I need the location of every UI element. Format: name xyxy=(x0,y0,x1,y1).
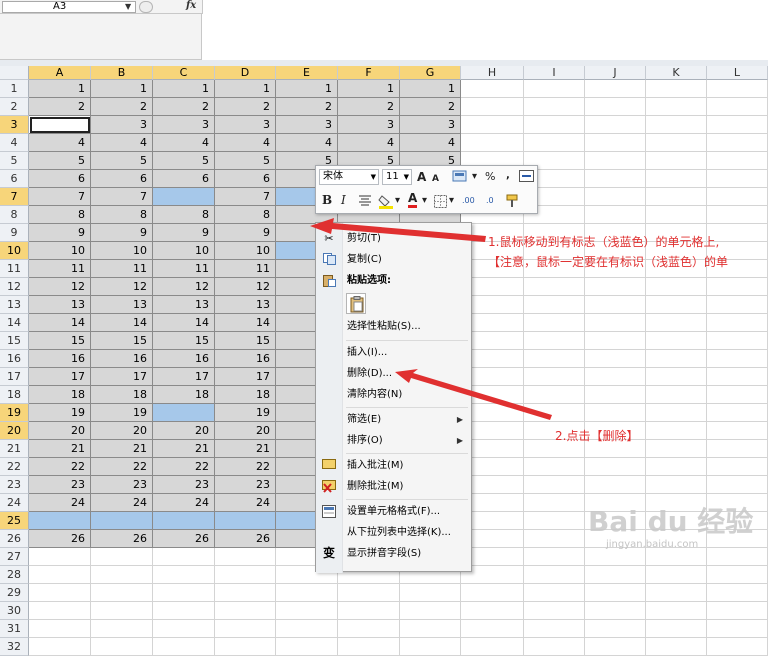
cell-l29[interactable] xyxy=(707,584,768,602)
watermark-logo: Bai du 经验 xyxy=(588,505,754,538)
cell-e29[interactable] xyxy=(276,584,338,602)
cell-l31[interactable] xyxy=(707,620,768,638)
cell-k29[interactable] xyxy=(646,584,707,602)
cell-h30[interactable] xyxy=(461,602,524,620)
cell-f29[interactable] xyxy=(338,584,400,602)
cell-a29[interactable] xyxy=(29,584,91,602)
cell-l30[interactable] xyxy=(707,602,768,620)
cell-b32[interactable] xyxy=(91,638,153,656)
cell-k31[interactable] xyxy=(646,620,707,638)
cell-c29[interactable] xyxy=(153,584,215,602)
cell-e31[interactable] xyxy=(276,620,338,638)
cell-b31[interactable] xyxy=(91,620,153,638)
cell-h31[interactable] xyxy=(461,620,524,638)
cell-j32[interactable] xyxy=(585,638,646,656)
annotation-step1-line1: 1.鼠标移动到有标志（浅蓝色）的单元格上, xyxy=(488,235,720,249)
cell-l32[interactable] xyxy=(707,638,768,656)
annotation-step2: 2.点击【删除】 xyxy=(555,429,639,443)
cell-g30[interactable] xyxy=(400,602,461,620)
cell-g32[interactable] xyxy=(400,638,461,656)
cell-h29[interactable] xyxy=(461,584,524,602)
cell-d31[interactable] xyxy=(215,620,276,638)
cell-d30[interactable] xyxy=(215,602,276,620)
cell-i30[interactable] xyxy=(524,602,585,620)
cell-f31[interactable] xyxy=(338,620,400,638)
row-header-30[interactable]: 30 xyxy=(0,602,29,620)
cell-g29[interactable] xyxy=(400,584,461,602)
cell-c32[interactable] xyxy=(153,638,215,656)
row-header-31[interactable]: 31 xyxy=(0,620,29,638)
row-header-29[interactable]: 29 xyxy=(0,584,29,602)
cell-h32[interactable] xyxy=(461,638,524,656)
annotation-arrows xyxy=(310,218,552,420)
cell-e32[interactable] xyxy=(276,638,338,656)
cell-f30[interactable] xyxy=(338,602,400,620)
cell-i29[interactable] xyxy=(524,584,585,602)
cell-d29[interactable] xyxy=(215,584,276,602)
cell-k30[interactable] xyxy=(646,602,707,620)
cell-a30[interactable] xyxy=(29,602,91,620)
cell-i31[interactable] xyxy=(524,620,585,638)
arrow-to-blue-cell xyxy=(310,218,486,242)
cell-a32[interactable] xyxy=(29,638,91,656)
cell-j31[interactable] xyxy=(585,620,646,638)
cell-g31[interactable] xyxy=(400,620,461,638)
cell-f32[interactable] xyxy=(338,638,400,656)
cell-a31[interactable] xyxy=(29,620,91,638)
cell-c30[interactable] xyxy=(153,602,215,620)
watermark-url: jingyan.baidu.com xyxy=(606,539,699,550)
cell-b29[interactable] xyxy=(91,584,153,602)
cell-i32[interactable] xyxy=(524,638,585,656)
cell-d32[interactable] xyxy=(215,638,276,656)
cell-e30[interactable] xyxy=(276,602,338,620)
arrow-to-delete xyxy=(395,369,552,420)
cell-j30[interactable] xyxy=(585,602,646,620)
cell-j29[interactable] xyxy=(585,584,646,602)
cell-k32[interactable] xyxy=(646,638,707,656)
row-header-32[interactable]: 32 xyxy=(0,638,29,656)
cell-b30[interactable] xyxy=(91,602,153,620)
annotation-step1-line2: 【注意，鼠标一定要在有标识（浅蓝色）的单 xyxy=(488,255,729,269)
cell-c31[interactable] xyxy=(153,620,215,638)
